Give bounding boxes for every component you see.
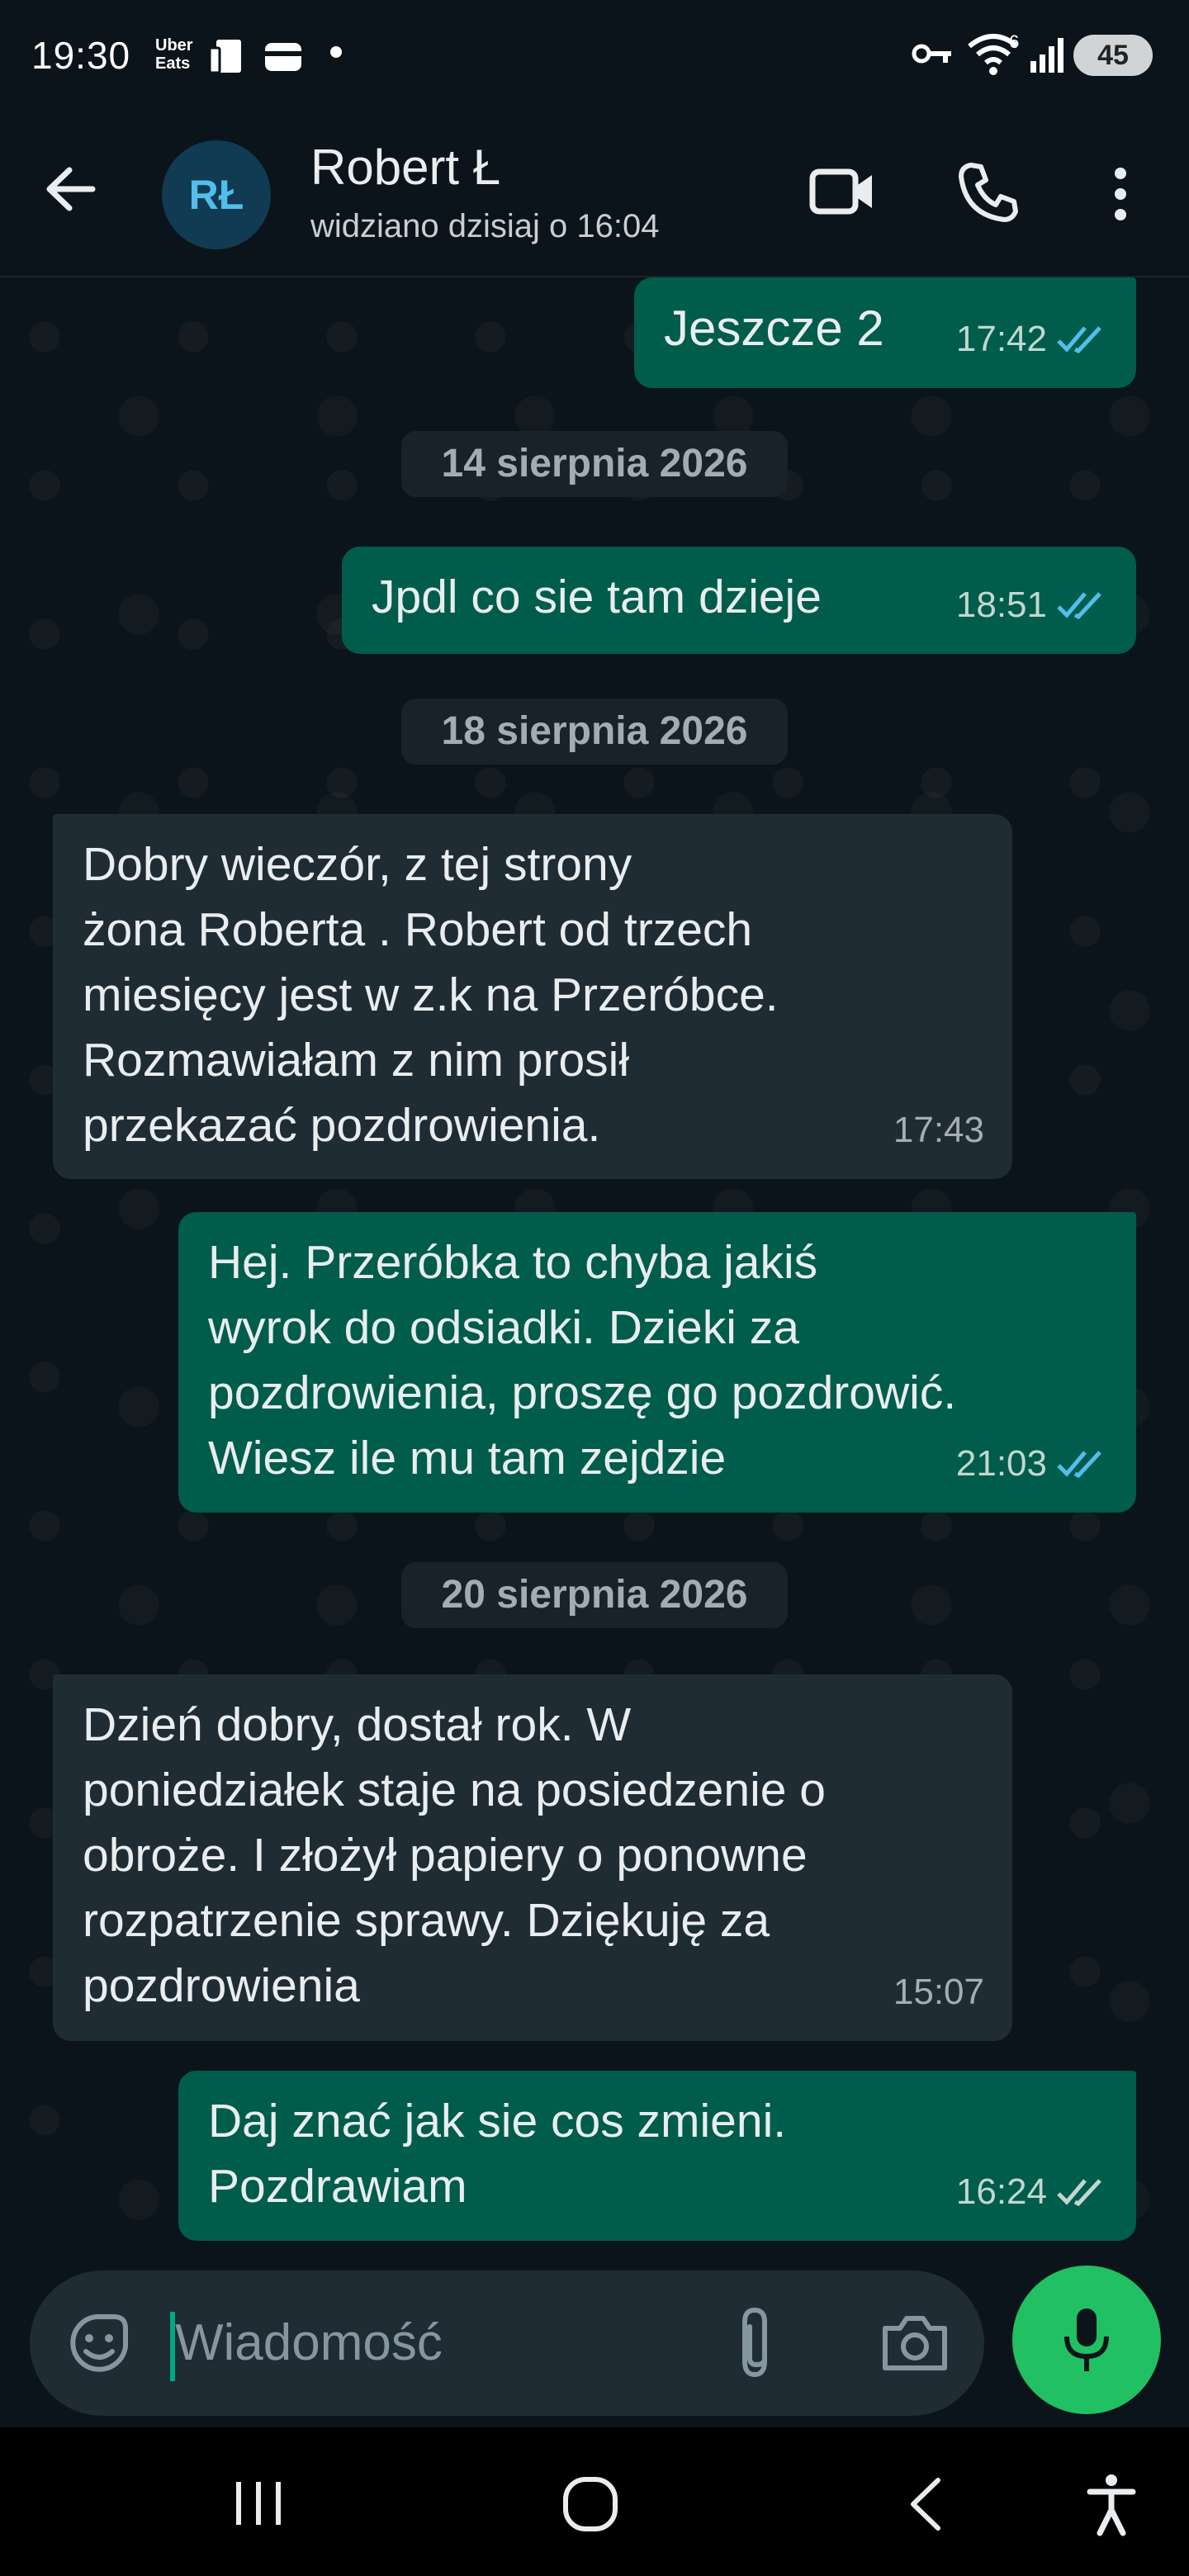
message-line: Dobry wieczór, z tej strony (83, 838, 632, 891)
message-line: pozdrowienia (83, 1959, 360, 2012)
message-line: Dzień dobry, dostał rok. W (83, 1698, 632, 1751)
signal-icon (1030, 38, 1063, 73)
message-meta: 18:51 (956, 572, 1108, 637)
accessibility-icon[interactable] (1087, 2474, 1136, 2536)
delivered-receipt-icon (1057, 2178, 1101, 2206)
message-line: Rozmawiałam z nim prosił (83, 1034, 629, 1087)
more-options-icon[interactable] (1110, 165, 1131, 223)
message-composer[interactable]: Wiadomość (30, 2271, 984, 2416)
video-call-icon[interactable] (809, 163, 875, 220)
voice-call-icon[interactable] (958, 160, 1021, 223)
system-navigation-bar (0, 2427, 1189, 2576)
message-time: 17:42 (955, 319, 1047, 359)
uber-eats-icon: Uber Eats (155, 36, 193, 73)
message-meta: 21:03 (956, 1431, 1108, 1496)
key-icon (912, 44, 951, 64)
home-icon[interactable] (561, 2475, 619, 2533)
message-input[interactable]: Wiadomość (175, 2313, 443, 2372)
message-time: 18:51 (955, 585, 1047, 625)
message-line: miesięcy jest w z.k na Przeróbce. (83, 968, 779, 1021)
message-line: pozdrowienia, proszę go pozdrowić. (208, 1366, 957, 1419)
message-time: 21:03 (955, 1443, 1047, 1484)
message-outgoing[interactable]: Jpdl co sie tam dzieje 18:51 (342, 547, 1136, 654)
date-separator: 14 sierpnia 2026 (401, 431, 788, 497)
chat-header: RŁ Robert Ł widziano dzisiaj o 16:04 (0, 111, 1189, 277)
message-meta: 17:43 (893, 1097, 984, 1163)
message-meta: 15:07 (893, 1959, 984, 2024)
read-receipt-icon (1057, 1450, 1101, 1478)
message-meta: 17:42 (956, 306, 1108, 372)
date-separator: 20 sierpnia 2026 (401, 1562, 788, 1628)
message-meta: 16:24 (956, 2159, 1108, 2224)
message-line: rozpatrzenie sprawy. Dziękuję za (83, 1894, 770, 1947)
camera-icon[interactable] (880, 2313, 950, 2373)
message-line: Daj znać jak sie cos zmieni. (208, 2095, 787, 2147)
read-receipt-icon (1057, 325, 1101, 353)
message-line: przekazać pozdrowienia. (83, 1099, 601, 1152)
microphone-icon (1064, 2308, 1109, 2371)
message-outgoing[interactable]: Daj znać jak sie cos zmieni. Pozdrawiam … (178, 2071, 1136, 2241)
voice-message-button[interactable] (1012, 2266, 1161, 2414)
contact-name[interactable]: Robert Ł (310, 139, 500, 196)
message-time: 15:07 (893, 1972, 984, 2012)
wifi-label: 6 (1009, 31, 1020, 52)
attach-icon[interactable] (733, 2304, 779, 2383)
battery-indicator: 45 (1073, 35, 1153, 76)
chat-area[interactable]: Jeszcze 2 17:42 14 sierpnia 2026 Jpdl co… (0, 277, 1189, 2251)
recent-apps-icon[interactable] (231, 2479, 286, 2528)
message-outgoing[interactable]: Hej. Przeróbka to chyba jakiś wyrok do o… (178, 1212, 1136, 1513)
message-line: obroże. I złożył papiery o ponowne (83, 1829, 808, 1882)
avatar[interactable]: RŁ (162, 140, 271, 249)
sticker-icon[interactable] (64, 2308, 134, 2378)
back-nav-icon[interactable] (905, 2475, 946, 2533)
read-receipt-icon (1057, 591, 1101, 619)
date-separator: 18 sierpnia 2026 (401, 698, 788, 765)
message-incoming[interactable]: Dobry wieczór, z tej strony żona Roberta… (53, 814, 1012, 1179)
status-bar: 19:30 Uber Eats 6 45 (0, 0, 1189, 111)
message-line: żona Roberta . Robert od trzech (83, 903, 753, 956)
message-time: 16:24 (955, 2171, 1047, 2212)
message-outgoing[interactable]: Jeszcze 2 17:42 (634, 277, 1136, 388)
message-line: wyrok do odsiadki. Dzieki za (208, 1301, 799, 1354)
wallet-icon (265, 43, 301, 71)
notification-dot (330, 46, 342, 58)
last-seen-status: widziano dzisiaj o 16:04 (310, 208, 660, 244)
status-time: 19:30 (31, 34, 131, 77)
message-time: 17:43 (893, 1110, 984, 1150)
back-arrow-icon[interactable] (41, 160, 99, 218)
device-icon (208, 40, 241, 74)
message-line: poniedziałek staje na posiedzenie o (83, 1764, 826, 1816)
message-line: Hej. Przeróbka to chyba jakiś (208, 1236, 818, 1289)
message-incoming[interactable]: Dzień dobry, dostał rok. W poniedziałek … (53, 1674, 1012, 2041)
